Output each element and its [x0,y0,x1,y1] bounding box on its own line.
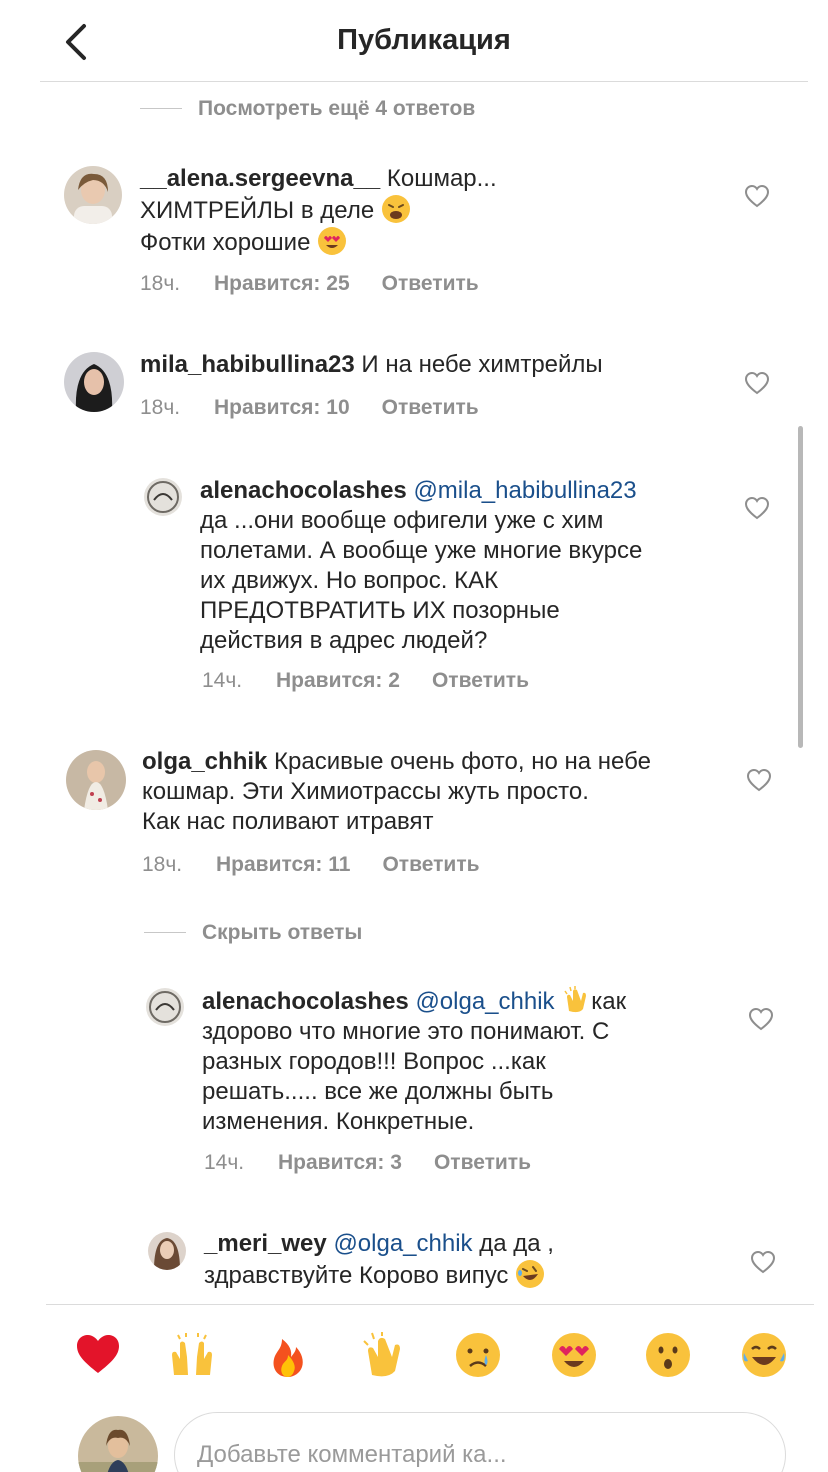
comment-text: как [591,988,627,1015]
raising-hands-icon[interactable] [168,1331,216,1379]
comment-likes[interactable]: Нравится: 3 [278,1151,402,1175]
rolling-laughing-icon [516,1260,545,1288]
comment-text: их движух. Но вопрос. КАК [200,567,499,594]
mention-link[interactable]: @mila_habibullina23 [413,477,636,504]
comment-text: ПРЕДОТВРАТИТЬ ИХ позорные [200,597,560,624]
like-heart-icon[interactable] [744,371,770,395]
comment-username[interactable]: mila_habibullina23 [140,351,355,378]
comment-body: __alena.sergeevna__ Кошмар... ХИМТРЕЙЛЫ … [140,164,740,258]
comment-text: Как нас поливают итравят [142,808,434,835]
comment-body: alenachocolashes @mila_habibullina23 да … [200,476,740,656]
comment-input[interactable] [174,1412,786,1472]
comment-body: alenachocolashes @olga_chhik как здорово… [202,985,742,1137]
comment-meta: 18ч. Нравится: 10 Ответить [140,396,479,420]
comment-text: Фотки хорошие [140,229,311,256]
avatar[interactable] [148,1232,186,1270]
reply-button[interactable]: Ответить [382,396,479,420]
comment-text: ХИМТРЕЙЛЫ в деле [140,197,375,224]
comment-time: 18ч. [140,272,181,295]
scrollbar[interactable] [798,426,803,748]
fire-icon[interactable] [264,1331,312,1379]
comment-text: здорово что многие это понимают. С [202,1018,610,1045]
comments-list[interactable]: Посмотреть ещё 4 ответов __alena.sergeev… [0,82,828,1304]
avatar[interactable] [66,750,126,810]
astonished-face-icon[interactable] [644,1331,692,1379]
comment-text: здравствуйте Корово випус [204,1262,509,1289]
comment-text: разных городов!!! Вопрос ...как [202,1048,546,1075]
like-heart-icon[interactable] [744,496,770,520]
comment-likes[interactable]: Нравится: 25 [214,272,350,296]
clapping-hands-icon [564,986,587,1013]
top-bar: Публикация [40,0,808,82]
comment-body: mila_habibullina23 И на небе химтрейлы [140,350,740,380]
comment-username[interactable]: _meri_wey [204,1230,327,1257]
comment-likes[interactable]: Нравится: 11 [216,853,350,877]
avatar[interactable] [146,988,184,1026]
avatar[interactable] [64,166,122,224]
divider-line [144,932,186,933]
comment-meta: 14ч. Нравится: 3 Ответить [204,1151,531,1175]
reply-button[interactable]: Ответить [434,1151,531,1175]
comment-meta: 14ч. Нравится: 2 Ответить [202,669,529,693]
comment-text: полетами. А вообще уже многие вкурсе [200,537,643,564]
comment-time: 14ч. [204,1151,245,1174]
mention-link[interactable]: @olga_chhik [415,988,554,1015]
comment-text: действия в адрес людей? [200,627,488,654]
comment-meta: 18ч. Нравится: 25 Ответить [140,272,479,296]
heart-eyes-icon [318,227,347,255]
comment-text: Кошмар... [386,165,497,192]
heart-eyes-icon[interactable] [550,1331,598,1379]
comment-text: решать..... все же должны быть [202,1078,554,1105]
comment-likes[interactable]: Нравится: 2 [276,669,400,693]
comment-text: изменения. Конкретные. [202,1108,475,1135]
tears-of-joy-icon[interactable] [740,1331,788,1379]
reply-button[interactable]: Ответить [432,669,529,693]
comment-time: 14ч. [202,669,243,692]
red-heart-icon[interactable] [74,1331,122,1379]
clapping-hands-icon[interactable] [360,1331,408,1379]
mention-link[interactable]: @olga_chhik [333,1230,472,1257]
comment-composer [0,1404,828,1472]
comment-text: И на небе химтрейлы [361,351,603,378]
reply-button[interactable]: Ответить [382,272,479,296]
avatar[interactable] [144,478,182,516]
hide-replies-button[interactable]: Скрыть ответы [202,921,362,945]
weary-face-icon [381,195,410,223]
comment-text: да ...они вообще офигели уже с хим [200,507,604,534]
avatar[interactable] [64,352,124,412]
comment-text: кошмар. Эти Химиотрассы жуть просто. [142,778,589,805]
crying-face-icon[interactable] [454,1331,502,1379]
comment-meta: 18ч. Нравится: 11 Ответить [142,853,480,877]
my-avatar[interactable] [78,1416,158,1472]
like-heart-icon[interactable] [750,1250,776,1274]
reply-button[interactable]: Ответить [382,853,479,877]
comment-username[interactable]: alenachocolashes [200,477,407,504]
comment-body: _meri_wey @olga_chhik да да , здравствуй… [204,1229,744,1291]
view-more-replies-button[interactable]: Посмотреть ещё 4 ответов [198,97,475,121]
like-heart-icon[interactable] [746,768,772,792]
like-heart-icon[interactable] [748,1007,774,1031]
comment-time: 18ч. [140,396,181,419]
comment-text: Красивые очень фото, но на небе [274,748,651,775]
like-heart-icon[interactable] [744,184,770,208]
divider-line [140,108,182,109]
quick-emoji-bar [46,1304,814,1410]
comment-body: olga_chhik Красивые очень фото, но на не… [142,747,742,837]
comment-time: 18ч. [142,853,183,876]
page-title: Публикация [337,24,511,56]
comment-text: да да , [479,1230,554,1257]
comment-likes[interactable]: Нравится: 10 [214,396,350,420]
comment-username[interactable]: olga_chhik [142,748,267,775]
comment-username[interactable]: alenachocolashes [202,988,409,1015]
comment-username[interactable]: __alena.sergeevna__ [140,165,380,192]
